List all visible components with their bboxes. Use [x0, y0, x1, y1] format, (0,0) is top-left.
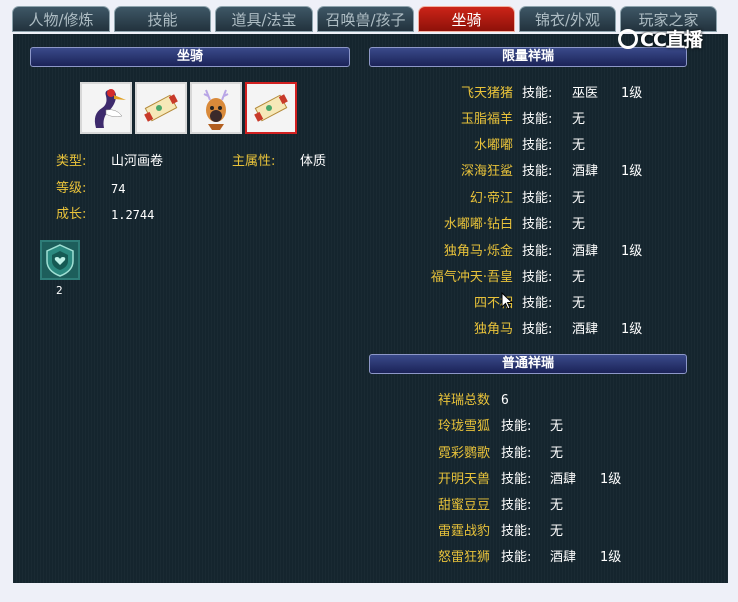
crane-mount-icon: [82, 84, 130, 132]
skill-value: 酒肆: [550, 472, 577, 487]
total-value: 6: [501, 393, 509, 408]
skill-label: 技能:: [501, 472, 532, 487]
tab-items[interactable]: 道具/法宝: [215, 6, 313, 32]
watermark-text: CC直播: [640, 29, 703, 51]
limited-name: 飞天猪猪: [460, 86, 513, 101]
limited-name: 玉脂福羊: [460, 112, 513, 127]
type-value: 山河画卷: [111, 154, 164, 169]
growth-value: 1.2744: [111, 208, 155, 222]
main-panel: 坐骑 类型: 山河画卷 主属性: 体质 等级: 74 成长: 1.2744 2 …: [13, 34, 728, 583]
skill-label: 技能:: [522, 191, 553, 206]
cc-logo-icon: [618, 28, 638, 49]
shield-heart-icon: [46, 244, 74, 277]
skill-value: 无: [550, 446, 564, 461]
limited-name: 福气冲天·吾皇: [430, 270, 513, 285]
scroll-icon: [137, 84, 185, 132]
skill-value: 酒肆: [572, 244, 599, 259]
tab-character[interactable]: 人物/修炼: [12, 6, 110, 32]
skill-value: 巫医: [572, 86, 599, 101]
skill-value: 无: [572, 191, 586, 206]
skill-label: 技能:: [522, 86, 553, 101]
limited-name: 深海狂鲨: [460, 164, 513, 179]
skill-label: 技能:: [522, 164, 553, 179]
limited-name: 水嘟嘟: [473, 138, 513, 153]
limited-name: 独角马: [473, 322, 513, 337]
skill-value: 无: [550, 419, 564, 434]
item-count: 2: [56, 284, 63, 297]
skill-label: 技能:: [522, 217, 553, 232]
level-value: 74: [111, 182, 126, 196]
equipment-slot[interactable]: [40, 240, 80, 280]
type-label: 类型:: [56, 154, 87, 169]
limited-name: 水嘟嘟·钻白: [443, 217, 513, 232]
mount-slot-1[interactable]: [80, 82, 132, 134]
main-attr-value: 体质: [300, 154, 327, 169]
mount-section-header: 坐骑: [30, 47, 350, 67]
tab-outfit[interactable]: 锦衣/外观: [519, 6, 616, 32]
skill-value: 无: [550, 524, 564, 539]
skill-label: 技能:: [522, 138, 553, 153]
skill-level: 1级: [621, 244, 643, 259]
skill-level: 1级: [621, 86, 643, 101]
skill-label: 技能:: [522, 296, 553, 311]
common-name: 怒雷狂狮: [437, 550, 490, 565]
skill-label: 技能:: [522, 270, 553, 285]
skill-label: 技能:: [501, 419, 532, 434]
mount-slot-4-selected[interactable]: [245, 82, 297, 134]
mount-slot-3[interactable]: [190, 82, 242, 134]
limited-name: 幻·帝江: [469, 191, 513, 206]
cc-live-watermark: CC直播: [618, 28, 722, 52]
level-label: 等级:: [56, 181, 87, 196]
common-name: 雷霆战豹: [437, 524, 490, 539]
tab-summons[interactable]: 召唤兽/孩子: [317, 6, 414, 32]
common-name: 霓彩鹦歌: [437, 446, 490, 461]
skill-value: 无: [572, 296, 586, 311]
skill-label: 技能:: [501, 550, 532, 565]
skill-value: 无: [572, 112, 586, 127]
skill-value: 酒肆: [572, 322, 599, 337]
skill-label: 技能:: [501, 446, 532, 461]
skill-value: 酒肆: [572, 164, 599, 179]
tab-skills[interactable]: 技能: [114, 6, 211, 32]
common-name: 开明天兽: [437, 472, 490, 487]
skill-level: 1级: [600, 550, 622, 565]
tab-mount[interactable]: 坐骑: [418, 6, 515, 32]
skill-label: 技能:: [501, 498, 532, 513]
skill-label: 技能:: [501, 524, 532, 539]
skill-label: 技能:: [522, 244, 553, 259]
main-attr-label: 主属性:: [232, 154, 276, 169]
skill-label: 技能:: [522, 322, 553, 337]
common-section-header: 普通祥瑞: [369, 354, 687, 374]
skill-level: 1级: [621, 322, 643, 337]
common-name: 甜蜜豆豆: [437, 498, 490, 513]
skill-level: 1级: [600, 472, 622, 487]
skill-level: 1级: [621, 164, 643, 179]
growth-label: 成长:: [56, 207, 87, 222]
skill-value: 无: [572, 217, 586, 232]
skill-value: 无: [572, 138, 586, 153]
common-name: 玲珑雪狐: [437, 419, 490, 434]
mouse-cursor-icon: [501, 292, 514, 310]
skill-label: 技能:: [522, 112, 553, 127]
mount-slot-2[interactable]: [135, 82, 187, 134]
skill-value: 酒肆: [550, 550, 577, 565]
skill-value: 无: [572, 270, 586, 285]
limited-name: 独角马·烁金: [443, 244, 513, 259]
skill-value: 无: [550, 498, 564, 513]
scroll-icon: [247, 84, 295, 132]
deer-mount-icon: [192, 84, 240, 132]
total-label: 祥瑞总数: [437, 393, 490, 408]
